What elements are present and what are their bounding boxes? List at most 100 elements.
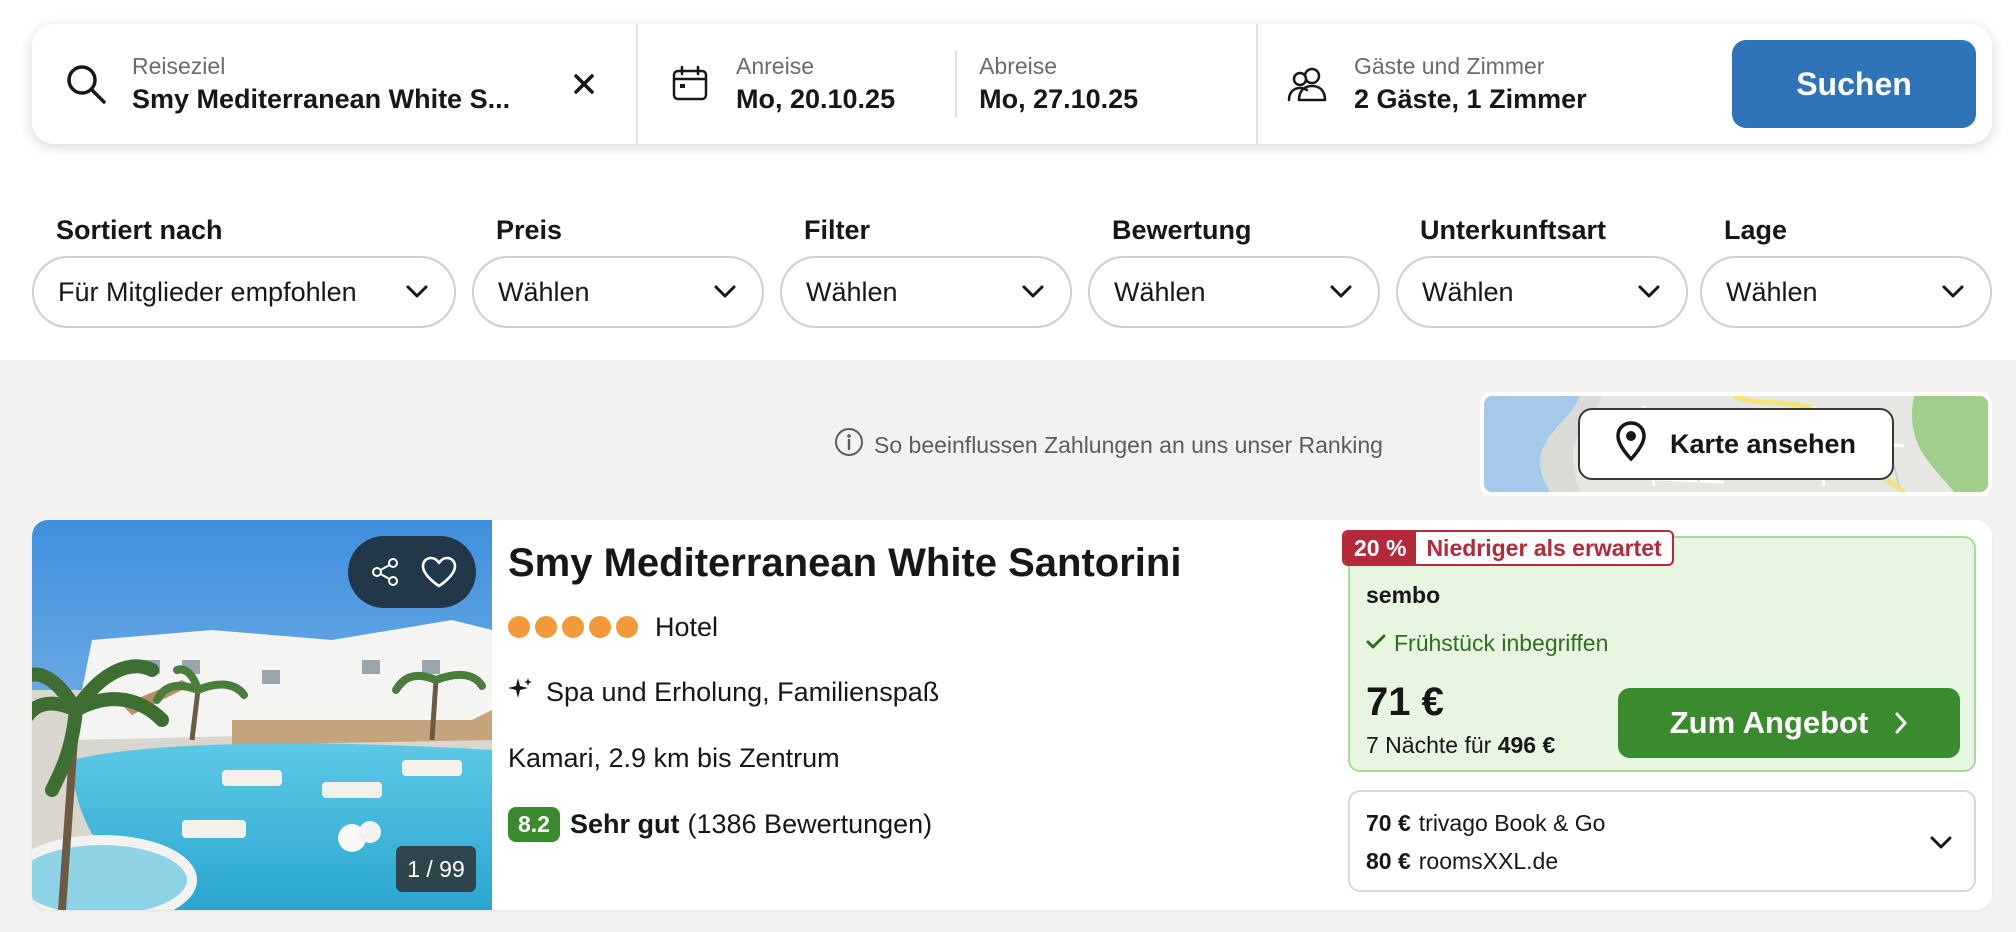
ranking-info-link[interactable]: So beeinflussen Zahlungen an uns unser R… xyxy=(834,428,1383,462)
view-deal-button[interactable]: Zum Angebot xyxy=(1618,688,1960,758)
destination-field[interactable]: Reiseziel Smy Mediterranean White S... xyxy=(32,24,638,144)
offer-provider: trivago Book & Go xyxy=(1418,810,1606,836)
destination-value[interactable]: Smy Mediterranean White S... xyxy=(132,81,552,117)
hotel-type: Hotel xyxy=(655,611,719,642)
star-icon xyxy=(508,616,530,638)
map-button[interactable]: Karte ansehen xyxy=(1578,408,1894,480)
filter-label: Bewertung xyxy=(1112,215,1252,245)
chevron-down-icon xyxy=(404,279,430,305)
search-icon xyxy=(64,62,108,106)
checkin-field[interactable]: Anreise Mo, 20.10.25 xyxy=(736,51,895,117)
amenities-text: Spa und Erholung, Familienspaß xyxy=(546,676,940,707)
hotel-info: Smy Mediterranean White Santorini Hotel … xyxy=(508,520,1328,910)
date-divider xyxy=(955,51,958,117)
filter-location: Lage Wählen xyxy=(1700,212,1992,328)
chevron-right-icon xyxy=(1894,711,1908,735)
calendar-icon xyxy=(668,62,712,106)
guests-value: 2 Gäste, 1 Zimmer xyxy=(1354,84,1587,114)
deal-price: 71 € xyxy=(1366,680,1444,724)
view-deal-label: Zum Angebot xyxy=(1669,705,1869,740)
offer-provider: roomsXXL.de xyxy=(1418,848,1559,874)
deal-badge: 20 % Niedriger als erwartet xyxy=(1342,530,1674,566)
star-icon xyxy=(562,616,584,638)
filter-value: Wählen xyxy=(1726,276,1818,307)
info-icon xyxy=(834,427,864,463)
check-icon xyxy=(1366,630,1386,657)
rating-score: 8.2 xyxy=(508,806,560,842)
close-icon[interactable] xyxy=(568,68,600,100)
hotel-name[interactable]: Smy Mediterranean White Santorini xyxy=(508,538,1181,588)
nights-total: 7 Nächte für 496 € xyxy=(1366,732,1555,759)
rating-label: Sehr gut xyxy=(569,808,680,839)
sparkle-icon xyxy=(508,676,534,709)
location-select[interactable]: Wählen xyxy=(1700,256,1992,328)
other-offers[interactable]: 70 € trivago Book & Go 80 € roomsXXL.de xyxy=(1348,790,1976,892)
sort-select[interactable]: Für Mitglieder empfohlen xyxy=(32,256,456,328)
guests-icon xyxy=(1286,62,1330,106)
offer-price: 80 € xyxy=(1366,848,1411,874)
filter-label: Unterkunftsart xyxy=(1420,215,1607,245)
map-button-label: Karte ansehen xyxy=(1669,428,1857,459)
chevron-down-icon xyxy=(1020,279,1046,305)
filter-select[interactable]: Wählen xyxy=(780,256,1072,328)
deal-badge-percent: 20 % xyxy=(1344,532,1417,564)
filter-filter: Filter Wählen xyxy=(780,212,1072,328)
featured-deal[interactable]: sembo Frühstück inbegriffen 71 € 7 Nächt… xyxy=(1348,536,1976,772)
hotel-amenities: Spa und Erholung, Familienspaß xyxy=(508,674,939,710)
filter-value: Wählen xyxy=(1422,276,1514,307)
search-bar: Reiseziel Smy Mediterranean White S... A… xyxy=(32,24,1992,144)
nights-prefix: 7 Nächte für xyxy=(1366,732,1492,758)
filter-rating: Bewertung Wählen xyxy=(1088,212,1380,328)
share-icon[interactable] xyxy=(363,550,407,594)
checkout-value: Mo, 27.10.25 xyxy=(979,84,1139,114)
dates-field: Anreise Mo, 20.10.25 Abreise Mo, 27.10.2… xyxy=(638,24,1258,144)
breakfast-text: Frühstück inbegriffen xyxy=(1394,630,1609,656)
location-pin-icon xyxy=(1616,420,1646,468)
filter-accommodation-type: Unterkunftsart Wählen xyxy=(1396,212,1688,328)
checkin-label: Anreise xyxy=(736,53,814,79)
destination-label: Reiseziel xyxy=(132,53,226,79)
nights-total-price: 496 € xyxy=(1497,732,1556,758)
filter-sort: Sortiert nach Für Mitglieder empfohlen xyxy=(32,212,456,328)
rating-select[interactable]: Wählen xyxy=(1088,256,1380,328)
ranking-info-text: So beeinflussen Zahlungen an uns unser R… xyxy=(874,431,1383,458)
star-icon xyxy=(589,616,611,638)
chevron-down-icon xyxy=(1636,279,1662,305)
deal-provider: sembo xyxy=(1366,582,1441,608)
guests-label: Gäste und Zimmer xyxy=(1354,53,1545,79)
filter-label: Sortiert nach xyxy=(56,215,223,245)
chevron-down-icon xyxy=(712,279,738,305)
hotel-rating[interactable]: 8.2 Sehr gut (1386 Bewertungen) xyxy=(508,804,932,844)
deal-badge-text: Niedriger als erwartet xyxy=(1426,534,1662,561)
filter-value: Für Mitglieder empfohlen xyxy=(58,276,357,307)
photo-actions xyxy=(348,536,476,608)
checkout-field[interactable]: Abreise Mo, 27.10.25 xyxy=(979,51,1138,117)
checkout-label: Abreise xyxy=(979,53,1058,79)
breakfast-info: Frühstück inbegriffen xyxy=(1366,630,1608,657)
filter-value: Wählen xyxy=(806,276,898,307)
offer-row: 70 € trivago Book & Go xyxy=(1366,808,1605,838)
filter-value: Wählen xyxy=(498,276,590,307)
star-icon xyxy=(535,616,557,638)
offer-price: 70 € xyxy=(1366,810,1411,836)
search-button[interactable]: Suchen xyxy=(1732,40,1976,128)
checkin-value: Mo, 20.10.25 xyxy=(736,84,896,114)
heart-icon[interactable] xyxy=(417,550,461,594)
filter-label: Lage xyxy=(1724,215,1788,245)
chevron-down-icon xyxy=(1928,830,1954,856)
photo-counter: 1 / 99 xyxy=(396,846,476,892)
filter-value: Wählen xyxy=(1114,276,1206,307)
offer-row: 80 € roomsXXL.de xyxy=(1366,846,1558,876)
hotel-stars: Hotel xyxy=(508,610,718,644)
chevron-down-icon xyxy=(1328,279,1354,305)
filter-label: Preis xyxy=(496,215,563,245)
filter-bar: Sortiert nach Für Mitglieder empfohlen P… xyxy=(32,212,1992,328)
star-icon xyxy=(616,616,638,638)
filter-price: Preis Wählen xyxy=(472,212,764,328)
hotel-card: 1 / 99 Smy Mediterranean White Santorini… xyxy=(32,520,1992,910)
accommodation-type-select[interactable]: Wählen xyxy=(1396,256,1688,328)
price-select[interactable]: Wählen xyxy=(472,256,764,328)
chevron-down-icon xyxy=(1940,279,1966,305)
filter-label: Filter xyxy=(804,215,871,245)
hotel-location: Kamari, 2.9 km bis Zentrum xyxy=(508,743,840,773)
